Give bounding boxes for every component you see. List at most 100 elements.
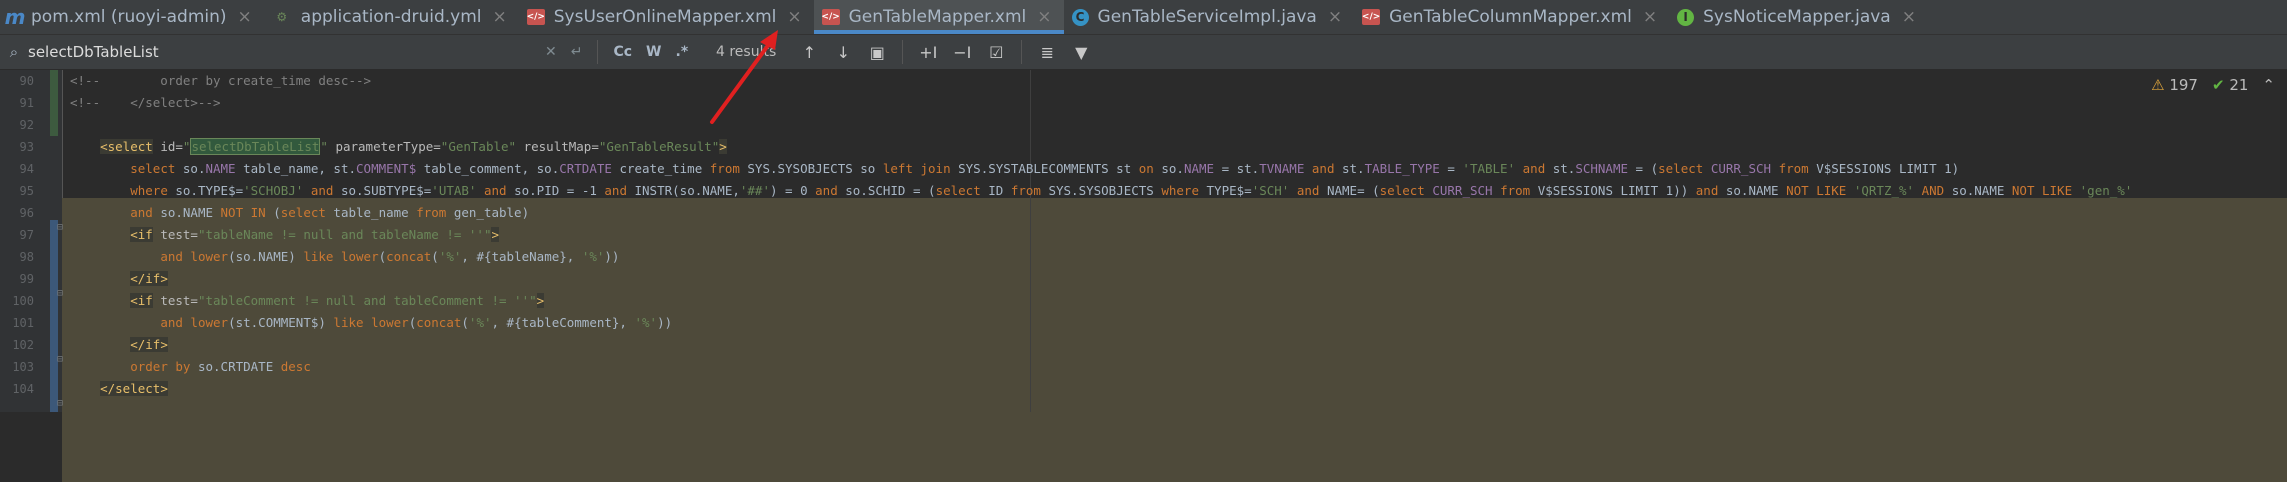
filter-options-icon[interactable]: ≣ [1030,43,1064,62]
close-tab-icon[interactable]: × [787,7,801,27]
line-number: 99 [19,272,34,286]
code-text: where so.TYPE$='SCHOBJ' and so.SUBTYPE$=… [130,183,2133,198]
search-results-count: 4 results [716,44,777,60]
tab-label: GenTableColumnMapper.xml [1389,7,1632,27]
line-number: 93 [19,140,34,154]
code-line[interactable]: 95 where so.TYPE$='SCHOBJ' and so.SUBTYP… [0,180,2287,202]
editor-tab[interactable]: C GenTableServiceImpl.java × [1064,0,1355,34]
code-text: and so.NAME NOT IN (select table_name fr… [130,205,530,220]
line-number: 98 [19,250,34,264]
code-line[interactable]: 91 <!-- </select>--> [0,92,2287,114]
fold-icon[interactable]: ⊟ [57,222,63,233]
editor-tab[interactable]: I SysNoticeMapper.java × [1669,0,1928,34]
code-text: select so.NAME table_name, st.COMMENT$ t… [130,161,1960,176]
xml-icon: </> [1362,9,1380,25]
code-line[interactable]: 101 and lower(st.COMMENT$) like lower(co… [0,312,2287,334]
select-all-occurrences-icon[interactable]: ☑ [979,43,1013,62]
remove-selection-icon[interactable]: −Ⅰ [945,43,979,62]
close-tab-icon[interactable]: × [238,7,252,27]
code-text: </if> [130,337,168,352]
close-tab-icon[interactable]: × [493,7,507,27]
code-line[interactable]: 104 </select> [0,378,2287,400]
open-in-window-icon[interactable]: ▣ [860,43,894,62]
separator [902,40,904,64]
line-number: 101 [12,316,34,330]
line-number: 97 [19,228,34,242]
previous-occurrence-icon[interactable]: ↑ [792,43,826,62]
tab-label: application-druid.yml [300,7,482,27]
add-selection-icon[interactable]: +Ⅰ [911,43,945,62]
code-text: </if> [130,271,168,286]
code-line[interactable]: 90 <!-- order by create_time desc--> [0,70,2287,92]
find-bar: ⌕ selectDbTableList ✕ ↵ Cc W .* 4 result… [0,35,2287,70]
warning-count: 197 [2169,76,2198,94]
editor-tab[interactable]: m pom.xml (ruoyi-admin) × [0,0,264,34]
code-line[interactable]: 102 </if> [0,334,2287,356]
code-line[interactable]: 92 [0,114,2287,136]
close-tab-icon[interactable]: × [1328,7,1342,27]
code-line[interactable]: 96 and so.NAME NOT IN (select table_name… [0,202,2287,224]
chevron-up-icon[interactable]: ⌃ [2262,76,2275,94]
close-tab-icon[interactable]: × [1902,7,1916,27]
line-number: 94 [19,162,34,176]
line-number: 103 [12,360,34,374]
tab-label: GenTableMapper.xml [848,7,1027,27]
code-line[interactable]: 98 and lower(so.NAME) like lower(concat(… [0,246,2287,268]
code-text: <if test="tableName != null and tableNam… [130,227,499,242]
editor-tab[interactable]: </> GenTableColumnMapper.xml × [1354,0,1669,34]
yml-icon: ⚙ [276,10,288,24]
line-number: 95 [19,184,34,198]
ok-count: 21 [2229,76,2249,94]
whole-words-toggle[interactable]: W [639,39,668,65]
match-case-toggle[interactable]: Cc [606,39,639,65]
java-class-icon: C [1071,8,1089,26]
xml-icon: </> [527,9,545,25]
code-line[interactable]: 99 </if> [0,268,2287,290]
code-text: </select> [100,381,168,396]
next-occurrence-icon[interactable]: ↓ [826,43,860,62]
line-number: 100 [12,294,34,308]
code-text: <!-- </select>--> [70,95,221,110]
editor-tab[interactable]: ⚙ application-druid.yml × [264,0,519,34]
fold-icon[interactable]: ⊟ [57,398,63,409]
line-number: 90 [19,74,34,88]
maven-icon: m [4,5,26,29]
code-text: and lower(st.COMMENT$) like lower(concat… [160,315,673,330]
close-tab-icon[interactable]: × [1643,7,1657,27]
tab-label: SysUserOnlineMapper.xml [553,7,777,27]
line-number: 96 [19,206,34,220]
code-line[interactable]: 94 select so.NAME table_name, st.COMMENT… [0,158,2287,180]
check-icon: ✔ [2211,76,2225,94]
java-interface-icon: I [1677,8,1695,26]
code-line[interactable]: 103 order by so.CRTDATE desc [0,356,2287,378]
separator [597,40,599,64]
search-input[interactable]: selectDbTableList [28,43,538,61]
filter-icon[interactable]: ▼ [1064,43,1098,62]
code-text: <select id="selectDbTableList" parameter… [100,138,727,155]
code-line[interactable]: 100 <if test="tableComment != null and t… [0,290,2287,312]
xml-icon: </> [821,9,840,25]
line-number: 91 [19,96,34,110]
search-icon[interactable]: ⌕ [0,43,28,61]
editor-tab[interactable]: </> SysUserOnlineMapper.xml × [519,0,814,34]
close-tab-icon[interactable]: × [1037,7,1051,27]
editor-tab[interactable]: </> GenTableMapper.xml × [813,0,1064,34]
code-editor[interactable]: 90 <!-- order by create_time desc--> 91 <!-… [0,70,2287,482]
code-text: and lower(so.NAME) like lower(concat('%'… [160,249,620,264]
line-number: 102 [12,338,34,352]
inspection-widget[interactable]: ⚠ 197 ✔ 21 ⌃ [2151,76,2275,94]
code-text: order by so.CRTDATE desc [130,359,311,374]
search-history-icon[interactable]: ↵ [564,39,590,65]
line-number: 92 [19,118,34,132]
fold-icon[interactable]: ⊟ [57,354,63,365]
regex-toggle[interactable]: .* [669,39,696,65]
warning-icon: ⚠ [2151,76,2165,94]
fold-icon[interactable]: ⊟ [57,288,63,299]
line-number: 104 [12,382,34,396]
clear-search-icon[interactable]: ✕ [538,39,564,65]
code-line[interactable]: 93 <select id="selectDbTableList" parame… [0,136,2287,158]
code-text: <if test="tableComment != null and table… [130,293,545,308]
code-text: <!-- order by create_time desc--> [70,73,372,88]
code-line[interactable]: 97 <if test="tableName != null and table… [0,224,2287,246]
separator [1021,40,1023,64]
